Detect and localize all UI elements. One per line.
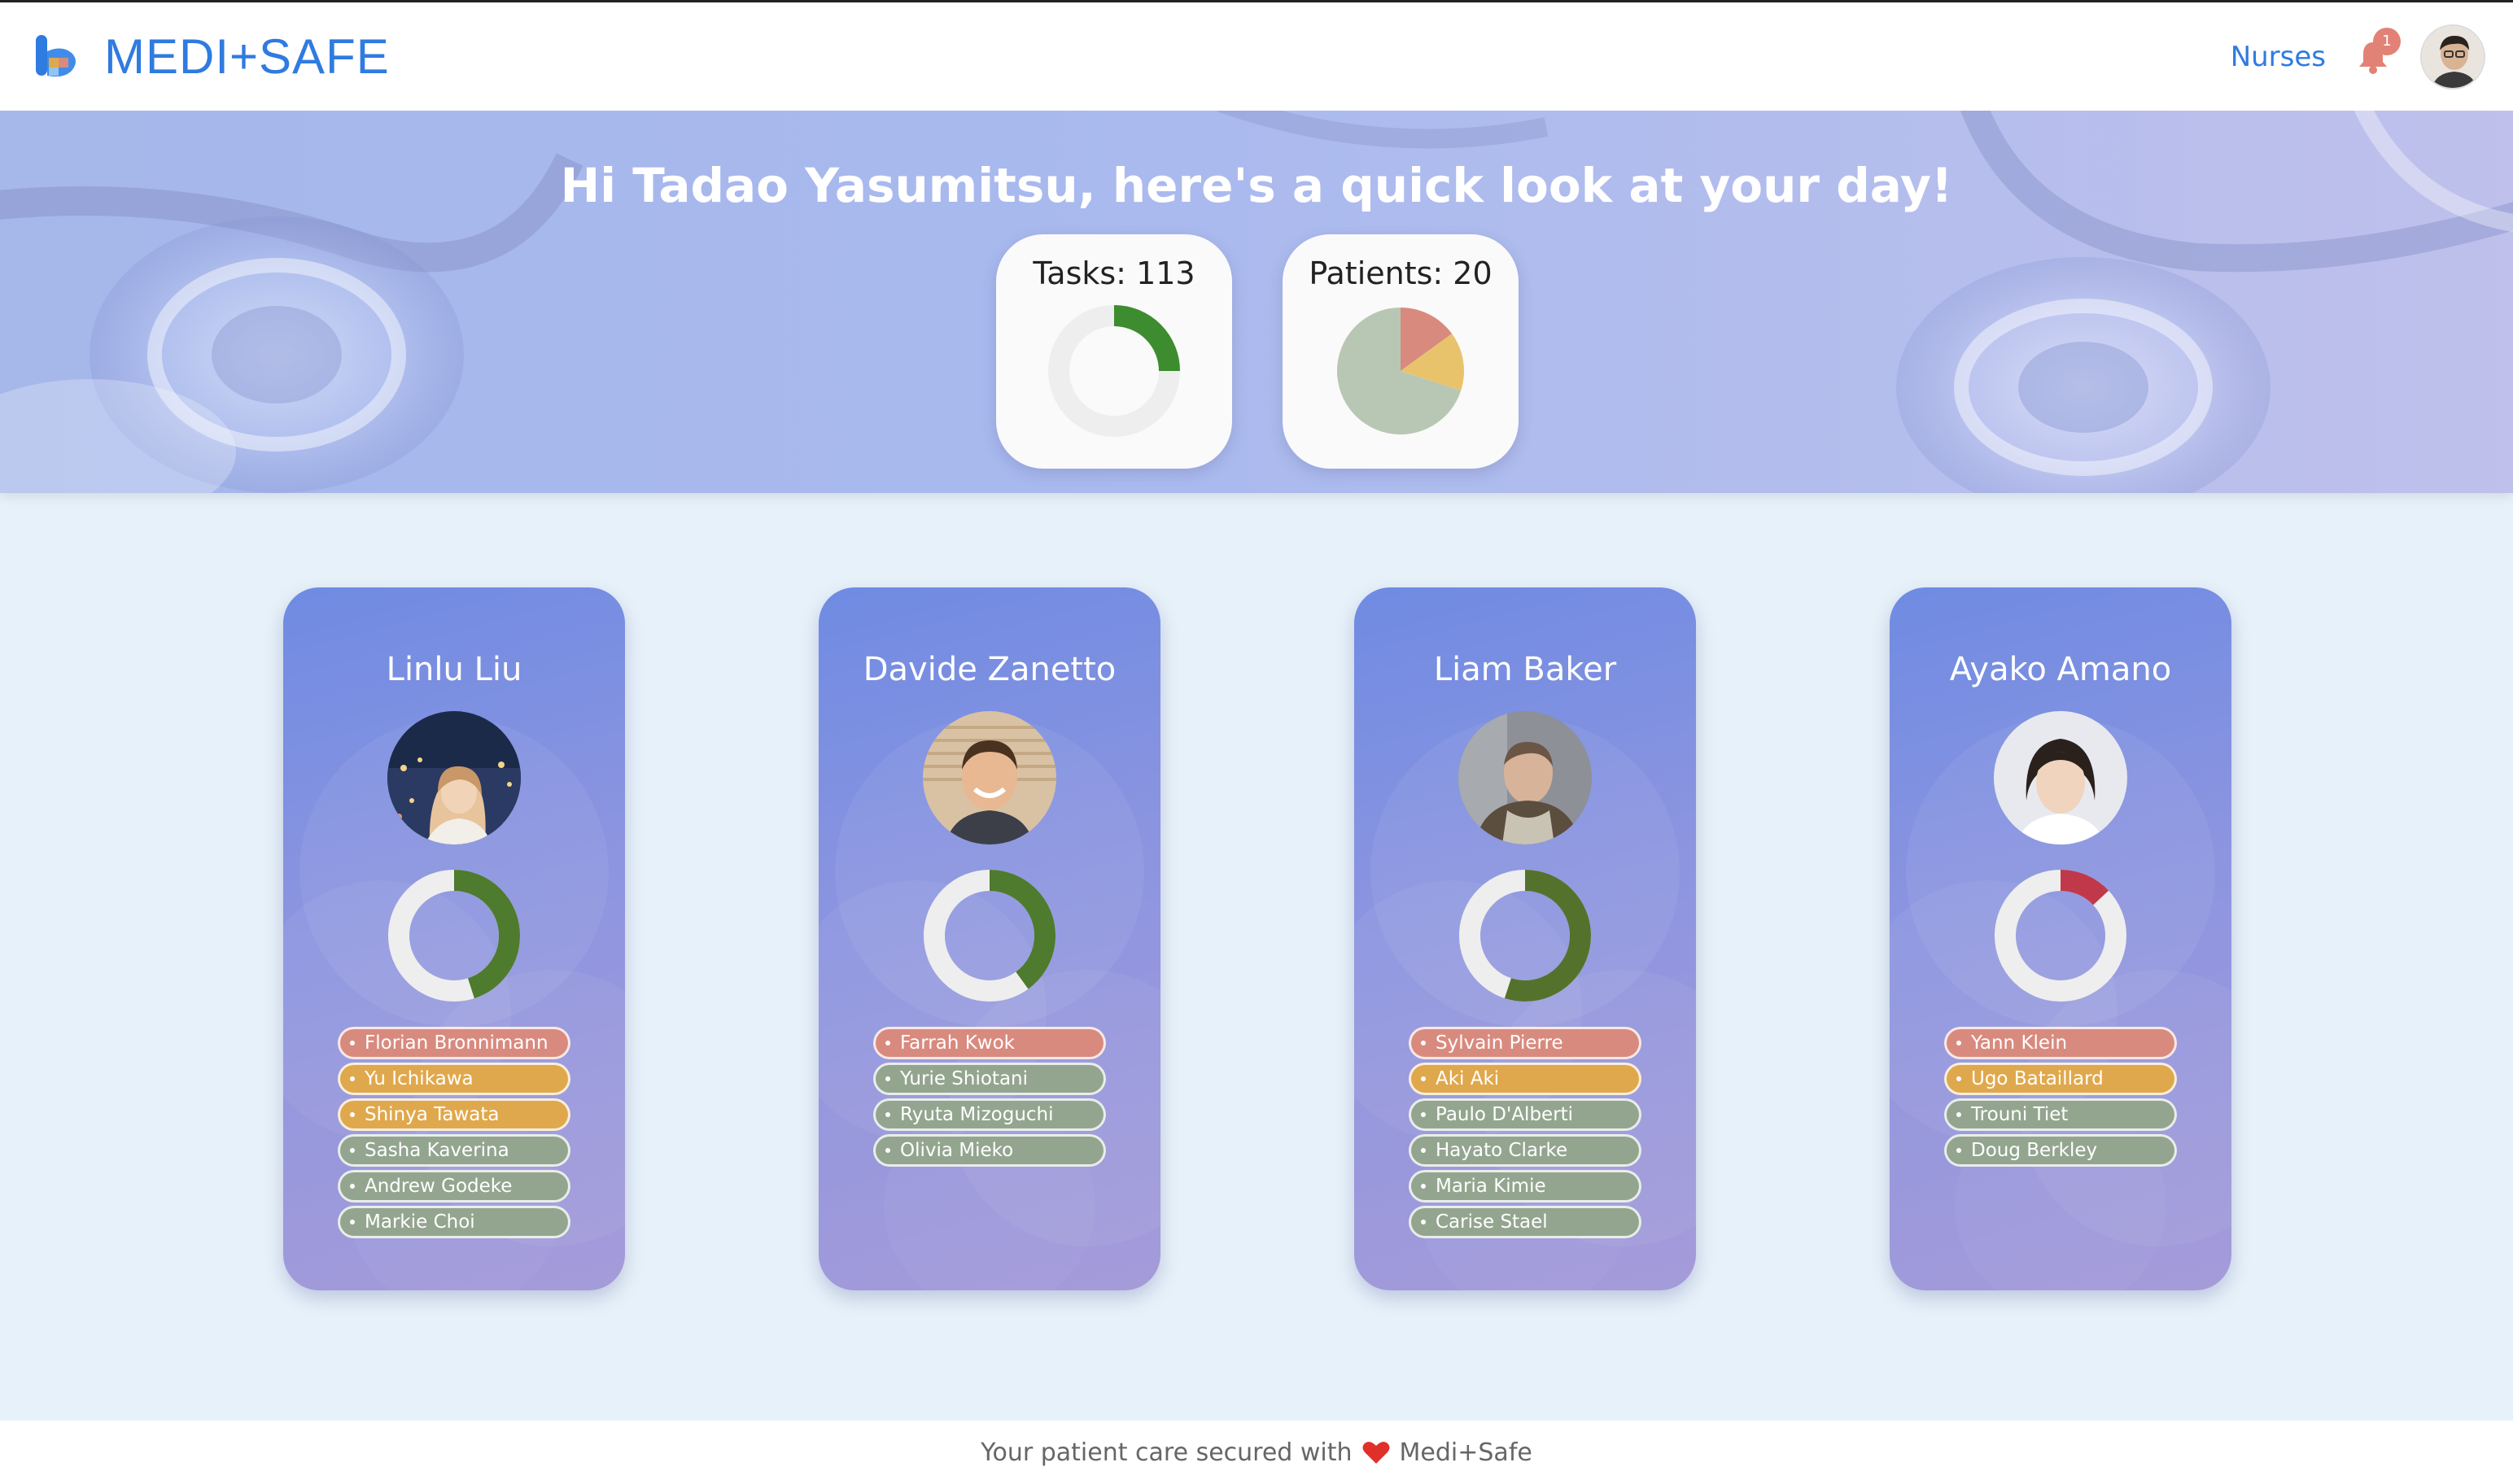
patients-pie-chart — [1337, 308, 1464, 434]
patient-pill[interactable]: Yu Ichikawa — [338, 1063, 570, 1095]
patient-pill[interactable]: Ugo Bataillard — [1944, 1063, 2177, 1095]
tasks-summary-card[interactable]: Tasks: 113 — [996, 234, 1232, 469]
footer-brand-link[interactable]: Medi+Safe — [1400, 1438, 1532, 1467]
patient-pill[interactable]: Florian Bronnimann — [338, 1027, 570, 1059]
nurse-progress-donut — [1459, 870, 1591, 1002]
navbar-right: Nurses 1 — [2231, 24, 2485, 89]
patients-summary-card[interactable]: Patients: 20 — [1283, 234, 1519, 469]
avatar-woman-city-night — [387, 711, 521, 845]
patient-pill[interactable]: Aki Aki — [1409, 1063, 1641, 1095]
heart-icon — [1362, 1442, 1390, 1464]
nurse-photo — [923, 711, 1056, 845]
nurse-name: Davide Zanetto — [863, 651, 1117, 688]
patient-pill[interactable]: Shinya Tawata — [338, 1098, 570, 1131]
nurse-name: Linlu Liu — [386, 651, 522, 688]
nurse-name: Liam Baker — [1433, 651, 1617, 688]
patient-pill[interactable]: Farrah Kwok — [873, 1027, 1106, 1059]
nurse-photo — [1458, 711, 1592, 845]
patient-pill[interactable]: Sasha Kaverina — [338, 1134, 570, 1167]
nurse-card[interactable]: Ayako Amano Yann Klein Ugo Bataillard Tr… — [1890, 587, 2231, 1290]
page-footer: Your patient care secured with Medi+Safe — [0, 1421, 2513, 1484]
notifications-button[interactable]: 1 — [2349, 27, 2401, 81]
tasks-donut-chart — [1048, 305, 1180, 437]
patient-list: Farrah Kwok Yurie Shiotani Ryuta Mizoguc… — [873, 1027, 1106, 1167]
nurse-progress-donut — [388, 870, 520, 1002]
nurse-photo — [387, 711, 521, 845]
patient-pill[interactable]: Andrew Godeke — [338, 1170, 570, 1202]
user-avatar[interactable] — [2420, 24, 2485, 89]
nurse-progress-donut — [924, 870, 1055, 1002]
top-navbar: MEDI+SAFE Nurses 1 — [0, 0, 2513, 111]
patient-pill[interactable]: Carise Stael — [1409, 1206, 1641, 1238]
patient-pill[interactable]: Trouni Tiet — [1944, 1098, 2177, 1131]
patient-pill[interactable]: Yurie Shiotani — [873, 1063, 1106, 1095]
patient-pill[interactable]: Hayato Clarke — [1409, 1134, 1641, 1167]
nurse-card[interactable]: Linlu Liu Florian Bronnimann Yu Ichikawa… — [283, 587, 625, 1290]
greeting-heading: Hi Tadao Yasumitsu, here's a quick look … — [560, 158, 1953, 213]
nav-link-nurses[interactable]: Nurses — [2231, 41, 2326, 73]
avatar-man-jacket — [1458, 711, 1592, 845]
patient-pill[interactable]: Maria Kimie — [1409, 1170, 1641, 1202]
notification-badge: 1 — [2373, 27, 2401, 55]
brand-home-link[interactable]: MEDI+SAFE — [34, 28, 390, 85]
avatar-woman-portrait — [1994, 711, 2127, 845]
user-avatar-image — [2422, 25, 2484, 88]
nurse-card[interactable]: Davide Zanetto Farrah Kwok Yurie Shiotan… — [819, 587, 1160, 1290]
nurse-photo — [1994, 711, 2127, 845]
patient-pill[interactable]: Markie Choi — [338, 1206, 570, 1238]
patient-list: Yann Klein Ugo Bataillard Trouni Tiet Do… — [1944, 1027, 2177, 1167]
medisafe-logo-icon — [36, 34, 76, 76]
hero-banner: Hi Tadao Yasumitsu, here's a quick look … — [0, 111, 2513, 493]
avatar-man-smiling — [923, 711, 1056, 845]
tasks-count-label: Tasks: 113 — [1033, 255, 1195, 291]
nurse-card[interactable]: Liam Baker Sylvain Pierre Aki Aki Paulo … — [1354, 587, 1696, 1290]
nurse-progress-donut — [1995, 870, 2126, 1002]
patient-pill[interactable]: Yann Klein — [1944, 1027, 2177, 1059]
patient-pill[interactable]: Ryuta Mizoguchi — [873, 1098, 1106, 1131]
patient-pill[interactable]: Doug Berkley — [1944, 1134, 2177, 1167]
patient-list: Sylvain Pierre Aki Aki Paulo D'Alberti H… — [1409, 1027, 1641, 1238]
brand-name: MEDI+SAFE — [104, 29, 390, 84]
patients-count-label: Patients: 20 — [1309, 255, 1493, 291]
patient-pill[interactable]: Sylvain Pierre — [1409, 1027, 1641, 1059]
patient-pill[interactable]: Olivia Mieko — [873, 1134, 1106, 1167]
footer-text-prefix: Your patient care secured with — [981, 1438, 1353, 1467]
patient-list: Florian Bronnimann Yu Ichikawa Shinya Ta… — [338, 1027, 570, 1238]
nurse-name: Ayako Amano — [1949, 651, 2172, 688]
patient-pill[interactable]: Paulo D'Alberti — [1409, 1098, 1641, 1131]
